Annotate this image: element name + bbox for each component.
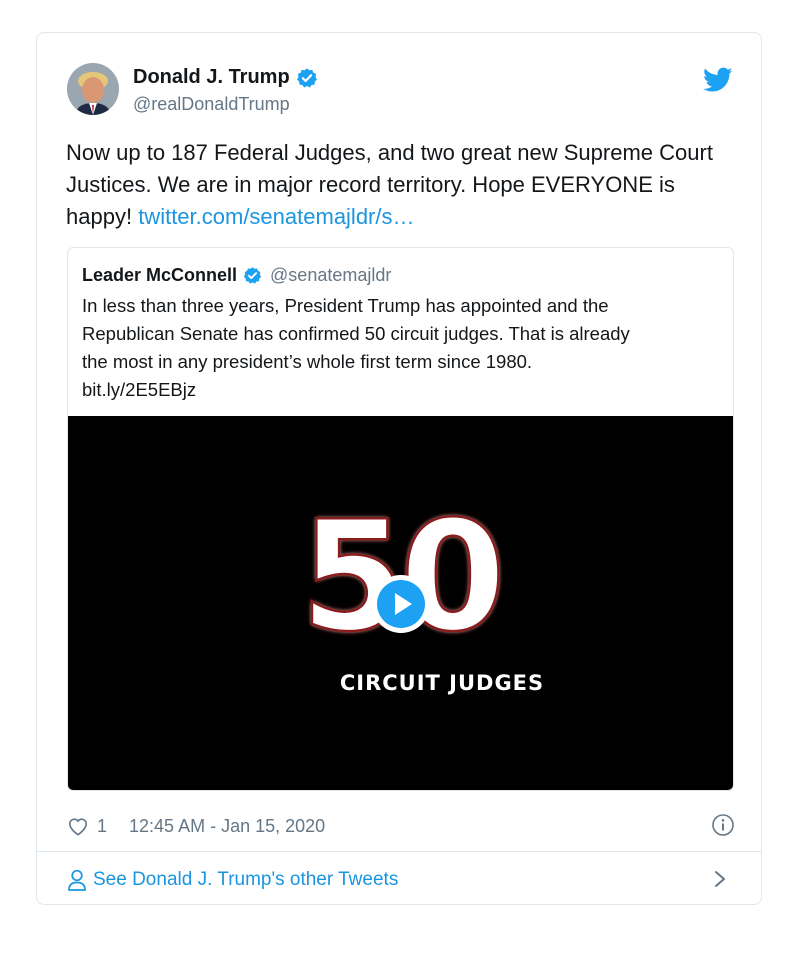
author-name-text[interactable]: Donald J. Trump (133, 66, 290, 89)
author-avatar[interactable] (67, 63, 119, 115)
quoted-tweet[interactable]: Leader McConnell @senatemajldr In less t… (67, 247, 734, 791)
heart-icon (68, 818, 88, 836)
tweet-footer: 1 12:45 AM - Jan 15, 2020 (67, 813, 735, 839)
info-icon[interactable] (711, 813, 735, 837)
tweet-link[interactable]: twitter.com/senatemajldr/s… (138, 204, 414, 229)
quoted-tweet-header: Leader McConnell @senatemajldr (82, 265, 391, 286)
quoted-author-handle[interactable]: @senatemajldr (270, 265, 391, 286)
play-button[interactable] (372, 575, 430, 633)
like-count: 1 (97, 815, 108, 836)
play-icon (377, 580, 425, 628)
caption-text: CIRCUIT JUDGES (340, 671, 544, 695)
video-thumbnail[interactable]: 50 CIRCUIT JUDGES (68, 416, 733, 790)
like-button[interactable]: 1 (67, 816, 107, 837)
quoted-tweet-text: In less than three years, President Trum… (82, 292, 718, 404)
quoted-text-line: Republican Senate has confirmed 50 circu… (82, 323, 630, 344)
verified-badge-icon (243, 267, 262, 284)
footer-divider (37, 851, 761, 852)
tweet-text: Now up to 187 Federal Judges, and two gr… (66, 137, 726, 233)
quoted-text-line: the most in any president’s whole first … (82, 351, 533, 372)
chevron-right-icon[interactable] (713, 869, 727, 889)
tweet-timestamp[interactable]: 12:45 AM - Jan 15, 2020 (129, 816, 325, 837)
see-other-tweets-link[interactable]: See Donald J. Trump's other Tweets (67, 865, 735, 895)
twitter-bird-icon[interactable] (703, 67, 733, 93)
see-other-tweets-label[interactable]: See Donald J. Trump's other Tweets (93, 869, 398, 891)
quoted-text-line: In less than three years, President Trum… (82, 295, 609, 316)
quoted-author-name[interactable]: Leader McConnell (82, 265, 237, 286)
author-name[interactable]: Donald J. Trump (133, 66, 318, 89)
verified-badge-icon (296, 67, 317, 87)
person-icon (68, 869, 86, 891)
quoted-short-link[interactable]: bit.ly/2E5EBjz (82, 376, 718, 404)
embedded-tweet-card: Donald J. Trump @realDonaldTrump Now up … (36, 32, 762, 905)
author-handle[interactable]: @realDonaldTrump (133, 94, 290, 115)
